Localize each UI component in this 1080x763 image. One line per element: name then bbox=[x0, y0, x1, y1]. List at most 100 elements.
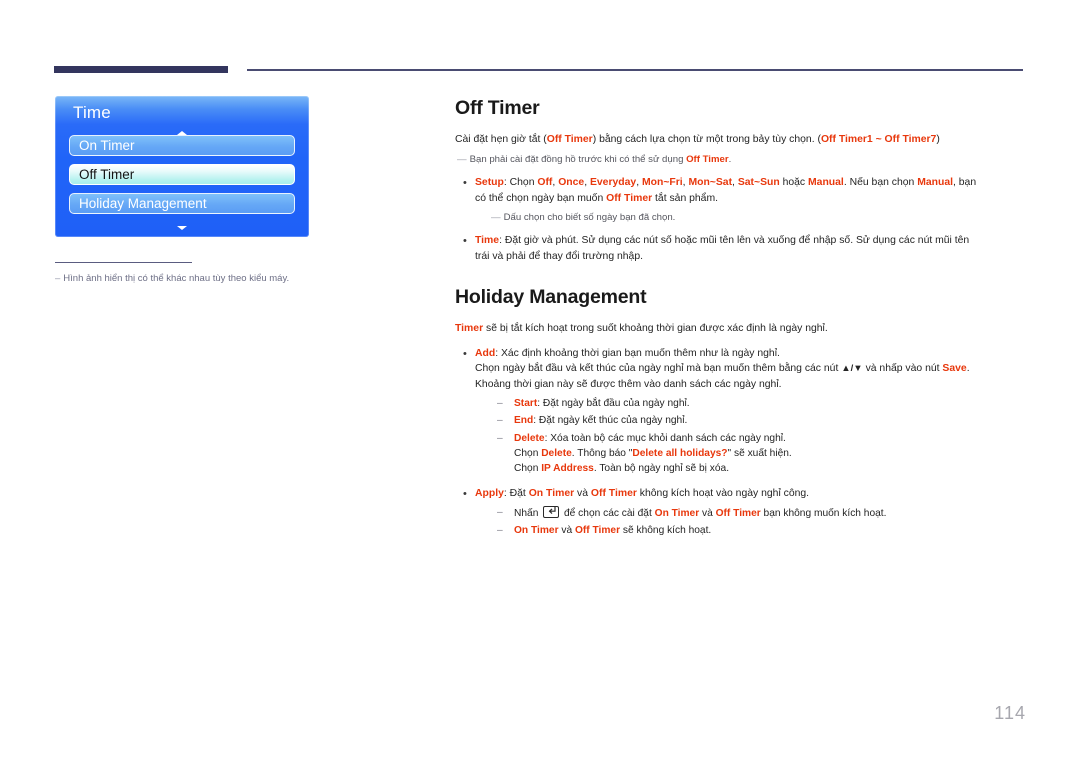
sub-text-end: : Đặt ngày kết thúc của ngày nghỉ. bbox=[533, 415, 688, 427]
sub-dash: – bbox=[497, 506, 503, 518]
page-number: 114 bbox=[994, 703, 1026, 723]
opt-mon-sat: Mon~Sat bbox=[688, 177, 733, 189]
sub-end: – End: Đặt ngày kết thúc của ngày nghỉ. bbox=[497, 413, 1025, 428]
press-text-b: và bbox=[699, 507, 716, 519]
enter-key-icon bbox=[543, 505, 560, 518]
header-accent-bar bbox=[54, 66, 228, 73]
bullet-apply: • Apply: Đặt On Timer và Off Timer không… bbox=[455, 486, 1025, 539]
apply-term-off-timer: Off Timer bbox=[590, 487, 637, 499]
bullet-marker: • bbox=[463, 487, 467, 500]
figure-note-dash: – bbox=[55, 273, 61, 284]
text-post: sẽ không kích hoạt. bbox=[620, 525, 712, 537]
figure-note-rule bbox=[55, 262, 192, 263]
sub-body: End: Đặt ngày kết thúc của ngày nghỉ. bbox=[514, 413, 1025, 428]
scroll-down-icon[interactable] bbox=[55, 218, 309, 234]
delete-text-e: . Toàn bộ ngày nghỉ sẽ bị xóa. bbox=[593, 463, 730, 475]
holiday-intro: Timer sẽ bị tắt kích hoạt trong suốt kho… bbox=[455, 322, 1025, 337]
time-line-1: Time: Đặt giờ và phút. Sử dụng các nút s… bbox=[475, 233, 1025, 248]
header-rule-line bbox=[247, 69, 1023, 71]
sub-label-delete: Delete bbox=[514, 432, 545, 444]
figure-note: – Hình ảnh hiển thị có thể khác nhau tùy … bbox=[55, 273, 355, 284]
opt-manual-2: Manual bbox=[917, 177, 953, 189]
intro-term-off-timer: Off Timer bbox=[546, 134, 593, 145]
manual-page: Time On Timer Off Timer Holiday Manageme… bbox=[0, 0, 1080, 763]
sub-label-start: Start bbox=[514, 398, 538, 410]
delete-dialog-text: Delete all holidays? bbox=[632, 448, 728, 459]
add-line-1: Add: Xác định khoảng thời gian bạn muốn … bbox=[475, 346, 1025, 361]
note-dash: — bbox=[491, 211, 501, 223]
sub-body: On Timer và Off Timer sẽ không kích hoạt… bbox=[514, 523, 1025, 538]
setup-text-e: có thể chọn ngày bạn muốn bbox=[475, 192, 607, 204]
add-line-3: Khoảng thời gian này sẽ được thêm vào da… bbox=[475, 378, 782, 390]
opt-everyday: Everyday bbox=[589, 177, 637, 189]
opt-sat-sun: Sat~Sun bbox=[737, 177, 780, 189]
sub-text-start: : Đặt ngày bắt đầu của ngày nghỉ. bbox=[537, 398, 690, 410]
intro-text-a: Cài đặt hẹn giờ tắt ( bbox=[455, 134, 547, 145]
osd-menu-panel: Time On Timer Off Timer Holiday Manageme… bbox=[55, 96, 309, 237]
apply-text-a: : Đặt bbox=[503, 487, 529, 499]
off-timer-clock-note: — Bạn phải cài đặt đồng hồ trước khi có … bbox=[457, 153, 1025, 166]
off-timer-intro: Cài đặt hẹn giờ tắt (Off Timer) bằng các… bbox=[455, 133, 1025, 148]
press-term-on-timer: On Timer bbox=[654, 507, 700, 519]
note-dash: — bbox=[457, 153, 467, 165]
setup-text-c: . Nếu bạn chọn bbox=[843, 177, 918, 189]
main-content: Off Timer Cài đặt hẹn giờ tắt (Off Timer… bbox=[455, 97, 1025, 539]
opt-off: Off bbox=[537, 177, 553, 189]
sub-press-enter: – Nhấn để chọn các cài đặt On Timer và O… bbox=[497, 505, 1025, 521]
updown-arrows-icon: ▲/▼ bbox=[841, 363, 863, 375]
sub-dash: – bbox=[497, 415, 503, 427]
bullet-marker: • bbox=[463, 177, 467, 190]
apply-text-b: và bbox=[574, 487, 591, 499]
bullet-body: Setup: Chọn Off, Once, Everyday, Mon~Fri… bbox=[475, 175, 1025, 206]
apply-label: Apply bbox=[475, 487, 504, 499]
press-text-c: bạn không muốn kích hoạt. bbox=[760, 507, 887, 519]
setup-label: Setup bbox=[475, 177, 504, 189]
add-text-2b: và nhấp vào nút bbox=[862, 363, 943, 375]
note-text-b: . bbox=[728, 153, 732, 165]
setup-text-f: tắt sản phẩm. bbox=[652, 192, 718, 204]
setup-line-1: Setup: Chọn Off, Once, Everyday, Mon~Fri… bbox=[475, 177, 977, 189]
delete-text-d: Chọn bbox=[514, 463, 542, 475]
apply-term-on-timer: On Timer bbox=[528, 487, 575, 499]
section-heading-holiday-management: Holiday Management bbox=[455, 286, 647, 309]
osd-item-holiday-management[interactable]: Holiday Management bbox=[69, 193, 295, 214]
apply-line-1: Apply: Đặt On Timer và Off Timer không k… bbox=[475, 486, 1025, 501]
setup-text-b: hoặc bbox=[779, 177, 809, 189]
add-sublist: – Start: Đặt ngày bắt đầu của ngày nghỉ.… bbox=[497, 396, 1025, 476]
sub-dash: – bbox=[497, 525, 503, 537]
note-body: Dấu chọn cho biết số ngày bạn đã chọn. bbox=[503, 211, 676, 223]
sub-body: Nhấn để chọn các cài đặt On Timer và Off… bbox=[514, 505, 1025, 521]
delete-line-1: Delete: Xóa toàn bộ các mục khỏi danh sá… bbox=[514, 431, 1025, 446]
osd-item-off-timer[interactable]: Off Timer bbox=[69, 164, 295, 185]
intro-term-range: Off Timer1 ~ Off Timer7 bbox=[820, 134, 937, 145]
setup-line-2: có thể chọn ngày bạn muốn Off Timer tắt … bbox=[475, 191, 1025, 206]
intro-text-b: ) bằng cách lựa chọn từ một trong bảy tù… bbox=[592, 134, 821, 145]
sub-not-activated: – On Timer và Off Timer sẽ không kích ho… bbox=[497, 523, 1025, 538]
add-line-2: Chọn ngày bắt đầu và kết thúc của ngày n… bbox=[475, 361, 1025, 376]
bullet-body: Add: Xác định khoảng thời gian bạn muốn … bbox=[475, 346, 1025, 477]
bullet-marker: • bbox=[463, 347, 467, 360]
osd-item-label: Off Timer bbox=[79, 167, 135, 182]
term-off-timer: Off Timer bbox=[574, 525, 621, 537]
sub-body: Delete: Xóa toàn bộ các mục khỏi danh sá… bbox=[514, 431, 1025, 477]
apply-sublist: – Nhấn để chọn các cài đặt On Timer và O… bbox=[497, 505, 1025, 539]
sub-dash: – bbox=[497, 432, 503, 444]
osd-item-on-timer[interactable]: On Timer bbox=[69, 135, 295, 156]
add-text-1: : Xác định khoảng thời gian bạn muốn thê… bbox=[495, 347, 780, 359]
text-mid: và bbox=[558, 525, 575, 537]
sub-dash: – bbox=[497, 398, 503, 410]
time-label: Time bbox=[475, 235, 500, 247]
delete-line-2: Chọn Delete. Thông báo "Delete all holid… bbox=[514, 446, 1025, 461]
time-text-1: : Đặt giờ và phút. Sử dụng các nút số ho… bbox=[499, 235, 970, 247]
sub-start: – Start: Đặt ngày bắt đầu của ngày nghỉ. bbox=[497, 396, 1025, 411]
press-text-a: để chọn các cài đặt bbox=[561, 507, 655, 519]
osd-item-label: On Timer bbox=[79, 138, 135, 153]
bullet-setup: • Setup: Chọn Off, Once, Everyday, Mon~F… bbox=[455, 175, 1025, 206]
add-label: Add bbox=[475, 347, 496, 359]
setup-text-a: : Chọn bbox=[503, 177, 538, 189]
note-term: Off Timer bbox=[686, 153, 729, 165]
bullet-add: • Add: Xác định khoảng thời gian bạn muố… bbox=[455, 346, 1025, 477]
bullet-marker: • bbox=[463, 235, 467, 248]
osd-item-label: Holiday Management bbox=[79, 196, 207, 211]
opt-mon-fri: Mon~Fri bbox=[641, 177, 683, 189]
